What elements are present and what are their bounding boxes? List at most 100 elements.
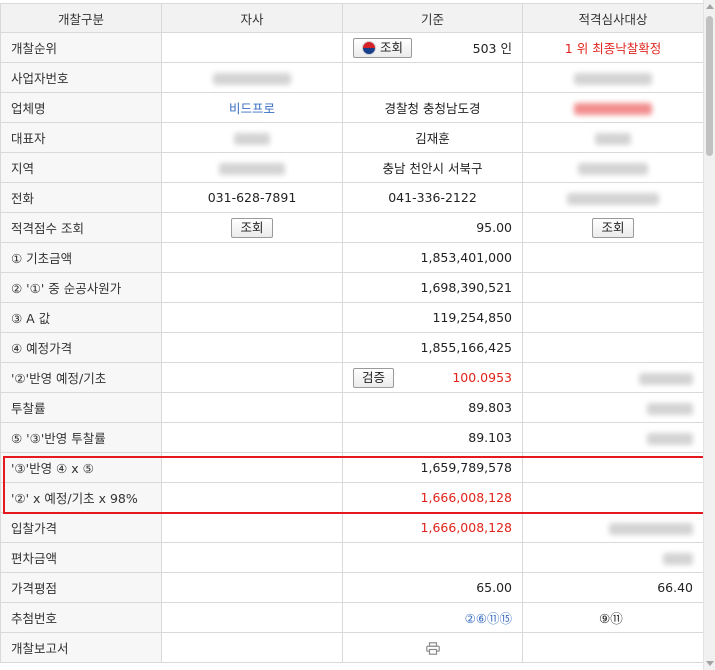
- printer-icon[interactable]: [425, 640, 440, 655]
- cell-self-phone: 031-628-7891: [161, 182, 343, 213]
- table-row: 전화 031-628-7891 041-336-2122: [0, 182, 703, 213]
- scroll-down-icon[interactable]: [706, 661, 714, 666]
- redacted-value: [578, 162, 648, 175]
- verify-button[interactable]: 검증: [353, 367, 395, 388]
- table-row: 투찰률 89.803: [0, 392, 703, 423]
- cell-base-bid-price: 1,666,008,128: [342, 512, 523, 543]
- cell-base-calc2: 1,666,008,128: [342, 482, 523, 513]
- rank-lookup-button[interactable]: 조회: [353, 37, 413, 58]
- row-label-basic-amount: ① 기초금액: [0, 242, 162, 273]
- row-label-lottery: 추첨번호: [0, 602, 162, 633]
- redacted-value: [574, 72, 652, 85]
- cell-self-calc1: [161, 452, 343, 483]
- row-label-price-score: 가격평점: [0, 572, 162, 603]
- row-label-a-value: ③ A 값: [0, 302, 162, 333]
- cell-base-basic-amount: 1,853,401,000: [342, 242, 523, 273]
- table-row: ② '①' 중 순공사원가 1,698,390,521: [0, 272, 703, 303]
- cell-base-price-score: 65.00: [342, 572, 523, 603]
- cell-base-a-value: 119,254,850: [342, 302, 523, 333]
- table-row: 입찰가격 1,666,008,128: [0, 512, 703, 543]
- row-label-phone: 전화: [0, 182, 162, 213]
- cell-target-est-price: [522, 332, 703, 363]
- table-row: 개찰보고서: [0, 632, 703, 663]
- cell-target-phone: [522, 182, 703, 213]
- cell-self-bid-rate: [161, 392, 343, 423]
- cell-self-bizno: [161, 62, 343, 93]
- cell-base-lottery: ②⑥⑪⑮: [342, 602, 523, 633]
- table-row: 편차금액: [0, 542, 703, 573]
- cell-self-est-price: [161, 332, 343, 363]
- cell-self-price-score: [161, 572, 343, 603]
- row-label-net-cost: ② '①' 중 순공사원가: [0, 272, 162, 303]
- redacted-value: [567, 192, 659, 205]
- target-score-lookup-button[interactable]: 조회: [592, 217, 634, 238]
- header-category: 개찰구분: [0, 3, 162, 33]
- row-label-calc1: '③'반영 ④ x ⑤: [0, 452, 162, 483]
- table-header-row: 개찰구분 자사 기준 적격심사대상: [0, 3, 703, 33]
- table-row: ① 기초금액 1,853,401,000: [0, 242, 703, 273]
- cell-self-company[interactable]: 비드프로: [161, 92, 343, 123]
- cell-base-region: 충남 천안시 서북구: [342, 152, 523, 183]
- cell-self-report: [161, 632, 343, 663]
- table-row: '②' x 예정/기초 x 98% 1,666,008,128: [0, 482, 703, 513]
- cell-base-est-price: 1,855,166,425: [342, 332, 523, 363]
- cell-self-calc2: [161, 482, 343, 513]
- cell-base-calc1: 1,659,789,578: [342, 452, 523, 483]
- table-row: ⑤ '③'반영 투찰률 89.103: [0, 422, 703, 453]
- cell-base-phone: 041-336-2122: [342, 182, 523, 213]
- table-row: 개찰순위 조회 503 인 1 위 최종낙찰확정: [0, 32, 703, 63]
- cell-self-net-cost: [161, 272, 343, 303]
- bid-result-panel: 개찰구분 자사 기준 적격심사대상 개찰순위 조회 503 인 1 위 최종낙찰…: [0, 0, 703, 670]
- cell-base-ratio: 검증 100.0953: [342, 362, 523, 393]
- cell-target-a-value: [522, 302, 703, 333]
- cell-target-bizno: [522, 62, 703, 93]
- row-label-est-price: ④ 예정가격: [0, 332, 162, 363]
- korea-flag-icon: [362, 41, 376, 55]
- cell-target-lottery: ⑨⑪: [522, 602, 703, 633]
- redacted-value: [647, 402, 693, 415]
- row-label-deviation: 편차금액: [0, 542, 162, 573]
- cell-target-ceo: [522, 122, 703, 153]
- row-label-region: 지역: [0, 152, 162, 183]
- cell-target-company: [522, 92, 703, 123]
- row-label-bid-rate: 투찰률: [0, 392, 162, 423]
- bidder-count: 503 인: [472, 41, 512, 56]
- scroll-up-icon[interactable]: [706, 4, 714, 9]
- redacted-value: [609, 522, 693, 535]
- header-target: 적격심사대상: [522, 3, 703, 33]
- cell-target-deviation: [522, 542, 703, 573]
- table-row: '③'반영 ④ x ⑤ 1,659,789,578: [0, 452, 703, 483]
- row-label-company: 업체명: [0, 92, 162, 123]
- row-label-bid-price: 입찰가격: [0, 512, 162, 543]
- cell-self-adj-rate: [161, 422, 343, 453]
- cell-self-region: [161, 152, 343, 183]
- cell-self-a-value: [161, 302, 343, 333]
- header-base: 기준: [342, 3, 523, 33]
- cell-target-ratio: [522, 362, 703, 393]
- table-row: 업체명 비드프로 경찰청 충청남도경: [0, 92, 703, 123]
- redacted-value: [234, 132, 270, 145]
- self-score-lookup-button[interactable]: 조회: [231, 217, 273, 238]
- cell-target-bid-rate: [522, 392, 703, 423]
- table-row: 적격점수 조회 조회 95.00 조회: [0, 212, 703, 243]
- cell-target-calc2: [522, 482, 703, 513]
- cell-target-bid-price: [522, 512, 703, 543]
- table-row: 가격평점 65.00 66.40: [0, 572, 703, 603]
- row-label-calc2: '②' x 예정/기초 x 98%: [0, 482, 162, 513]
- cell-target-rank: 1 위 최종낙찰확정: [522, 32, 703, 63]
- row-label-ratio: '②'반영 예정/기초: [0, 362, 162, 393]
- redacted-value: [647, 432, 693, 445]
- vertical-scrollbar[interactable]: [703, 0, 715, 670]
- cell-target-net-cost: [522, 272, 703, 303]
- cell-base-company: 경찰청 충청남도경: [342, 92, 523, 123]
- cell-self-lottery: [161, 602, 343, 633]
- bid-result-table: 개찰구분 자사 기준 적격심사대상 개찰순위 조회 503 인 1 위 최종낙찰…: [0, 3, 703, 663]
- redacted-value: [219, 162, 285, 175]
- ratio-value: 100.0953: [452, 370, 512, 385]
- cell-base-rank: 조회 503 인: [342, 32, 523, 63]
- cell-self-rank: [161, 32, 343, 63]
- table-row: 사업자번호: [0, 62, 703, 93]
- table-row: 대표자 김재훈: [0, 122, 703, 153]
- cell-self-deviation: [161, 542, 343, 573]
- scroll-thumb[interactable]: [706, 16, 713, 156]
